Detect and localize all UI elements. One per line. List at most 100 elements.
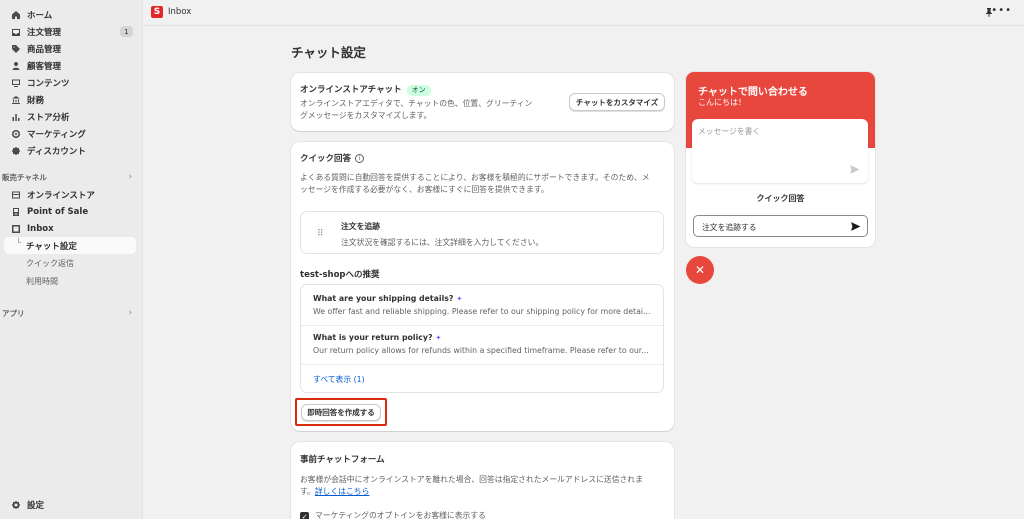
- app-logo-icon: S: [151, 6, 163, 18]
- online-chat-description: オンラインストアエディタで、チャットの色、位置、グリーティン グメッセージをカス…: [300, 98, 570, 122]
- learn-more-link[interactable]: 詳しくはこちら: [315, 487, 370, 496]
- chat-preview-greeting: こんにちは！: [698, 98, 746, 107]
- sidebar-item-label: 顧客管理: [27, 61, 62, 72]
- info-icon[interactable]: i: [355, 154, 365, 163]
- online-store-chat-card: オンラインストアチャット オン オンラインストアエディタで、チャットの色、位置、グ…: [291, 73, 674, 131]
- track-order-text: 注文状況を確認するには、注文詳細を入力してください。: [341, 238, 544, 247]
- divider: [301, 325, 663, 326]
- show-all-link[interactable]: すべて表示 (1): [313, 374, 365, 385]
- sidebar-item-label: 商品管理: [27, 44, 62, 55]
- quick-reply-description: よくある質問に自動回答を提供することにより、お客様を積極的にサポートできます。そ…: [300, 172, 668, 196]
- online-chat-title-text: オンラインストアチャット: [300, 85, 402, 95]
- online-chat-desc-line: オンラインストアエディタで、チャットの色、位置、グリーティン: [300, 99, 533, 108]
- bank-icon: [10, 94, 21, 105]
- sidebar-item-inbox[interactable]: Inbox: [4, 220, 136, 237]
- person-icon: [10, 60, 21, 71]
- track-order-title: 注文を追跡: [341, 222, 380, 231]
- question-text: What are your shipping details?: [313, 294, 454, 303]
- app-title: Inbox: [168, 7, 192, 17]
- prechat-desc-line: す。: [300, 487, 315, 496]
- sidebar-item-label: 注文管理: [27, 27, 62, 38]
- sidebar-item-orders[interactable]: 注文管理 1: [4, 23, 136, 40]
- prechat-desc-line: お客様が会話中にオンラインストアを離れた場合、回答は指定されたメールアドレスに送…: [300, 475, 643, 484]
- sidebar-item-label: チャット設定: [26, 241, 77, 252]
- online-chat-desc-line: グメッセージをカスタマイズします。: [300, 111, 432, 120]
- question-text: What is your return policy?: [313, 333, 433, 342]
- marketing-optin-checkbox[interactable]: ✓: [300, 512, 309, 519]
- sidebar-item-quick-replies[interactable]: クイック返信: [26, 258, 74, 269]
- prechat-form-card: 事前チャットフォーム お客様が会話中にオンラインストアを離れた場合、回答は指定さ…: [291, 442, 674, 519]
- chevron-right-icon[interactable]: ›: [128, 308, 132, 318]
- target-icon: [10, 128, 21, 139]
- chat-quick-reply-label: クイック回答: [756, 194, 805, 203]
- track-order-item[interactable]: ⠿ 注文を追跡 注文状況を確認するには、注文詳細を入力してください。: [300, 211, 664, 254]
- chat-message-input[interactable]: メッセージを書く: [692, 119, 868, 183]
- sidebar-item-label: オンラインストア: [27, 190, 95, 201]
- sidebar-item-label: ホーム: [27, 10, 53, 21]
- chat-message-placeholder: メッセージを書く: [698, 127, 761, 136]
- chat-quick-option-text: 注文を追跡する: [702, 223, 757, 232]
- sidebar-item-label: Point of Sale: [27, 206, 89, 217]
- online-chat-title: オンラインストアチャット オン: [300, 83, 431, 96]
- sidebar-item-products[interactable]: 商品管理: [4, 40, 136, 57]
- sidebar-item-pos[interactable]: Point of Sale: [4, 203, 136, 220]
- close-chat-icon[interactable]: ✕: [686, 256, 714, 284]
- sales-channels-heading: 販売チャネル: [2, 173, 47, 182]
- prechat-title: 事前チャットフォーム: [300, 455, 385, 465]
- pos-icon: [10, 206, 21, 217]
- send-icon[interactable]: [850, 221, 861, 232]
- sidebar-item-chat-settings[interactable]: └ チャット設定: [4, 237, 136, 254]
- orders-count-badge: 1: [120, 26, 133, 37]
- chat-preview-widget: チャットで問い合わせる こんにちは！ メッセージを書く クイック回答 注文を追跡…: [686, 72, 875, 247]
- sidebar-item-label: ストア分析: [27, 112, 70, 123]
- discount-gear-icon: [10, 145, 21, 156]
- customize-chat-button[interactable]: チャットをカスタマイズ: [569, 93, 665, 111]
- sidebar-item-analytics[interactable]: ストア分析: [4, 108, 136, 125]
- sidebar-item-content[interactable]: コンテンツ: [4, 74, 136, 91]
- divider: [301, 364, 663, 365]
- monitor-icon: [10, 77, 21, 88]
- tag-icon: [10, 43, 21, 54]
- prechat-description: お客様が会話中にオンラインストアを離れた場合、回答は指定されたメールアドレスに送…: [300, 474, 670, 498]
- quick-reply-desc-line: よくある質問に自動回答を提供することにより、お客様を積極的にサポートできます。そ…: [300, 173, 650, 182]
- quick-reply-desc-line: ッセージを作成する必要がなく、お客様にすぐに回答を提供できます。: [300, 185, 549, 194]
- home-icon: [10, 9, 21, 20]
- quick-reply-title-text: クイック回答: [300, 154, 352, 164]
- sparkle-icon: ✦: [435, 334, 442, 342]
- sidebar-item-label: 財務: [27, 95, 45, 106]
- sidebar-item-customers[interactable]: 顧客管理: [4, 57, 136, 74]
- sidebar-item-finance[interactable]: 財務: [4, 91, 136, 108]
- recommendation-question[interactable]: What are your shipping details? ✦: [313, 294, 462, 303]
- recommendation-question[interactable]: What is your return policy? ✦: [313, 333, 441, 342]
- sidebar-item-home[interactable]: ホーム: [4, 6, 136, 23]
- chevron-right-icon[interactable]: ›: [128, 172, 132, 182]
- sidebar-item-discounts[interactable]: ディスカウント: [4, 142, 136, 159]
- inbox-app-icon: [10, 223, 21, 234]
- sidebar-item-availability[interactable]: 利用時間: [26, 276, 58, 287]
- sidebar-item-label: マーケティング: [27, 129, 86, 140]
- marketing-optin-label: マーケティングのオプトインをお客様に表示する: [315, 511, 486, 519]
- sidebar-item-settings[interactable]: 設定: [4, 496, 136, 513]
- store-icon: [10, 189, 21, 200]
- apps-heading[interactable]: アプリ: [2, 308, 25, 319]
- inbox-tray-icon: [10, 26, 21, 37]
- chat-quick-option-track-order[interactable]: 注文を追跡する: [693, 215, 868, 237]
- subnav-branch-icon: └: [16, 238, 21, 247]
- sidebar-item-label: Inbox: [27, 223, 54, 234]
- more-options-icon[interactable]: •••: [991, 5, 1012, 16]
- send-icon[interactable]: [849, 164, 860, 175]
- gear-icon: [10, 499, 21, 510]
- page-title: チャット設定: [291, 45, 366, 60]
- recommendations-list: What are your shipping details? ✦ We offe…: [300, 284, 664, 393]
- recommendation-answer: We offer fast and reliable shipping. Ple…: [313, 307, 651, 316]
- sidebar: ホーム 注文管理 1 商品管理 顧客管理 コンテンツ 財務 ストア分析 マーケテ…: [0, 0, 143, 519]
- status-badge: オン: [406, 85, 431, 96]
- drag-handle-icon[interactable]: ⠿: [317, 229, 324, 239]
- sidebar-item-marketing[interactable]: マーケティング: [4, 125, 136, 142]
- create-instant-answer-button[interactable]: 即時回答を作成する: [301, 404, 381, 421]
- recommendation-answer: Our return policy allows for refunds wit…: [313, 346, 649, 355]
- bar-chart-icon: [10, 111, 21, 122]
- sidebar-item-online-store[interactable]: オンラインストア: [4, 186, 136, 203]
- sparkle-icon: ✦: [456, 295, 463, 303]
- sidebar-item-label: 設定: [27, 500, 45, 511]
